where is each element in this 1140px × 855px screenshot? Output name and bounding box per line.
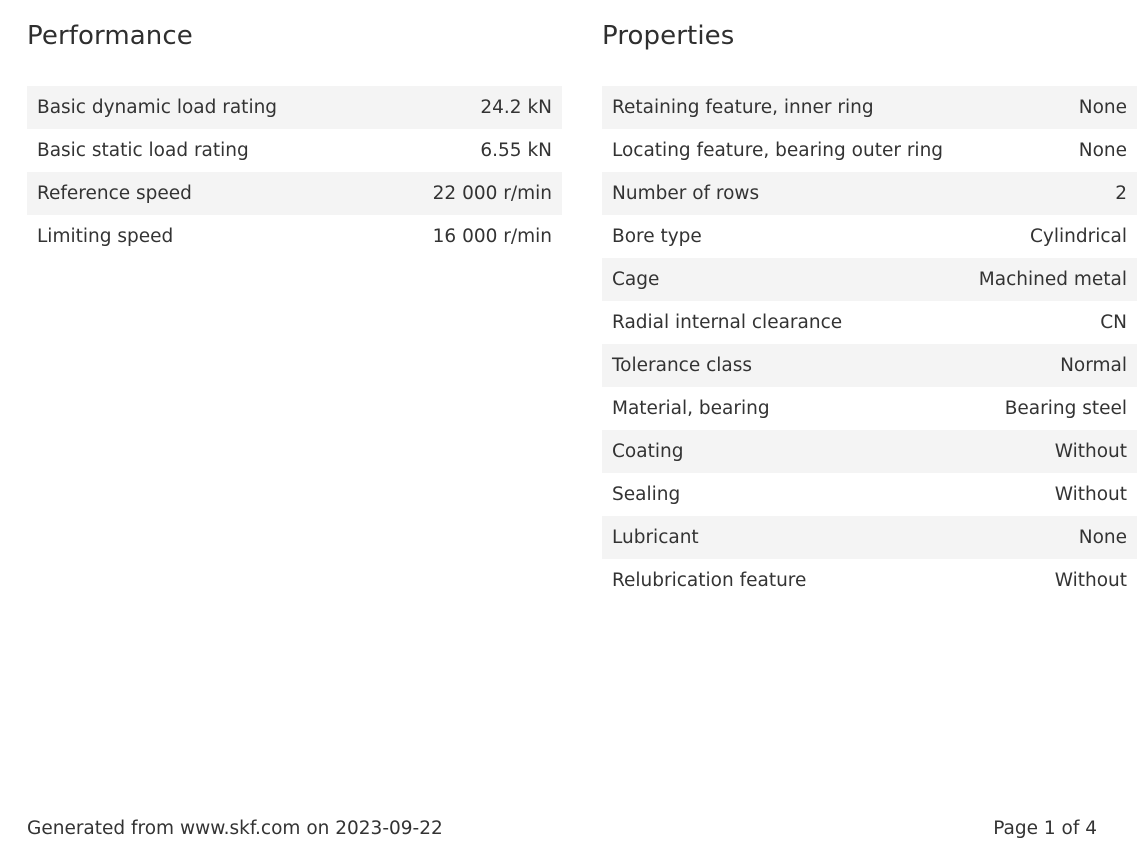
performance-table: Basic dynamic load rating 24.2 kN Basic … [27,86,562,258]
row-label: Coating [612,441,684,462]
table-row: Tolerance class Normal [602,344,1137,387]
row-label: Tolerance class [612,355,753,376]
table-row: Lubricant None [602,516,1137,559]
row-value: 24.2 kN [480,97,552,118]
row-label: Number of rows [612,183,760,204]
document-page: { "performance": { "title": "Performance… [0,0,1140,855]
table-row: Material, bearing Bearing steel [602,387,1137,430]
row-label: Locating feature, bearing outer ring [612,140,944,161]
table-row: Reference speed 22 000 r/min [27,172,562,215]
table-row: Basic static load rating 6.55 kN [27,129,562,172]
row-label: Bore type [612,226,702,247]
table-row: Basic dynamic load rating 24.2 kN [27,86,562,129]
row-label: Basic dynamic load rating [37,97,278,118]
properties-section: Properties Retaining feature, inner ring… [602,20,1137,602]
table-row: Coating Without [602,430,1137,473]
performance-title: Performance [27,21,193,51]
performance-section: Performance Basic dynamic load rating 24… [27,20,562,258]
row-value: Without [1054,441,1127,462]
row-value: Cylindrical [1029,226,1127,247]
row-value: 6.55 kN [480,140,552,161]
table-row: Relubrication feature Without [602,559,1137,602]
table-row: Number of rows 2 [602,172,1137,215]
row-label: Relubrication feature [612,570,807,591]
table-row: Bore type Cylindrical [602,215,1137,258]
properties-table: Retaining feature, inner ring None Locat… [602,86,1137,602]
row-label: Cage [612,269,660,290]
row-value: None [1078,527,1127,548]
table-row: Limiting speed 16 000 r/min [27,215,562,258]
row-label: Basic static load rating [37,140,249,161]
row-value: 2 [1115,183,1127,204]
table-row: Radial internal clearance CN [602,301,1137,344]
row-value: Machined metal [978,269,1127,290]
row-value: None [1078,97,1127,118]
row-label: Limiting speed [37,226,174,247]
row-label: Material, bearing [612,398,770,419]
row-label: Reference speed [37,183,192,204]
row-label: Retaining feature, inner ring [612,97,874,118]
table-row: Sealing Without [602,473,1137,516]
row-label: Lubricant [612,527,699,548]
table-row: Locating feature, bearing outer ring Non… [602,129,1137,172]
row-value: 16 000 r/min [432,226,552,247]
row-value: CN [1100,312,1127,333]
row-value: Normal [1060,355,1127,376]
row-value: None [1078,140,1127,161]
row-value: Without [1054,570,1127,591]
table-row: Cage Machined metal [602,258,1137,301]
footer-page-number: Page 1 of 4 [993,818,1097,839]
footer-generated-text: Generated from www.skf.com on 2023-09-22 [27,818,443,839]
row-value: 22 000 r/min [432,183,552,204]
properties-title: Properties [602,21,735,51]
table-row: Retaining feature, inner ring None [602,86,1137,129]
row-value: Bearing steel [1004,398,1127,419]
row-label: Radial internal clearance [612,312,843,333]
row-value: Without [1054,484,1127,505]
row-label: Sealing [612,484,681,505]
